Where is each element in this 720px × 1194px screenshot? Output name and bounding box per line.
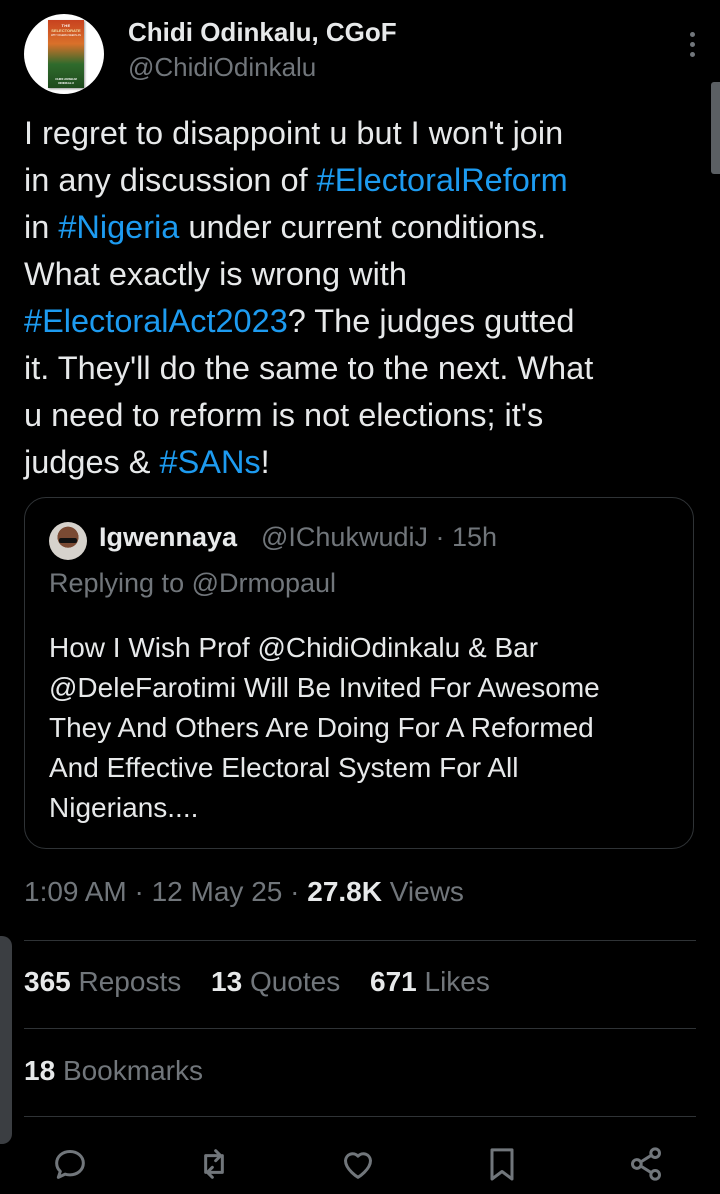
hashtag-link[interactable]: #ElectoralReform — [317, 162, 568, 198]
quotes-stat[interactable]: 13 Quotes — [211, 966, 340, 997]
tweet-header: THE SELECTORATE WHY NIGERIA NEEDS AN CHI… — [24, 14, 704, 94]
engagement-stats: 365 Reposts 13 Quotes 671 Likes — [24, 966, 512, 998]
tweet-text: I regret to disappoint u but I won't joi… — [24, 115, 594, 480]
views-label: Views — [381, 876, 464, 907]
author-handle[interactable]: @ChidiOdinkalu — [128, 52, 316, 83]
hashtag-link[interactable]: #ElectoralAct2023 — [24, 303, 288, 339]
timestamp: 1:09 AM · 12 May 25 · — [24, 876, 308, 907]
hashtag-link[interactable]: #Nigeria — [58, 209, 179, 245]
more-icon[interactable] — [688, 32, 696, 60]
quoted-author-name: Igwennaya — [99, 522, 238, 552]
action-bar — [0, 1144, 720, 1188]
reply-icon[interactable] — [50, 1144, 94, 1188]
book-cover-image: THE SELECTORATE WHY NIGERIA NEEDS AN CHI… — [48, 20, 84, 88]
quoted-author-handle: @IChukwudiJ · 15h — [261, 522, 498, 552]
quoted-replying-to: Replying to @Drmopaul — [49, 568, 337, 598]
scrollbar[interactable] — [711, 82, 720, 174]
divider — [24, 1028, 696, 1029]
share-icon[interactable] — [626, 1144, 670, 1188]
bookmarks-stat[interactable]: 18 Bookmarks — [24, 1055, 203, 1087]
heart-icon[interactable] — [338, 1144, 382, 1188]
reposts-stat[interactable]: 365 Reposts — [24, 966, 181, 997]
quoted-author-avatar — [49, 522, 87, 560]
quoted-tweet-card[interactable]: Igwennaya @IChukwudiJ · 15h Replying to … — [24, 497, 694, 849]
tweet-meta: 1:09 AM · 12 May 25 · 27.8K Views — [24, 876, 464, 908]
divider — [24, 940, 696, 941]
edge-panel-handle[interactable] — [0, 936, 12, 1144]
quoted-tweet-text: How I Wish Prof @ChidiOdinkalu & Bar @De… — [49, 632, 600, 823]
repost-icon[interactable] — [194, 1144, 238, 1188]
author-name[interactable]: Chidi Odinkalu, CGoF — [128, 17, 397, 48]
hashtag-link[interactable]: #SANs — [160, 444, 261, 480]
divider — [24, 1116, 696, 1117]
likes-stat[interactable]: 671 Likes — [370, 966, 490, 997]
author-avatar[interactable]: THE SELECTORATE WHY NIGERIA NEEDS AN CHI… — [24, 14, 104, 94]
views-count: 27.8K — [307, 876, 382, 907]
bookmark-icon[interactable] — [482, 1144, 526, 1188]
